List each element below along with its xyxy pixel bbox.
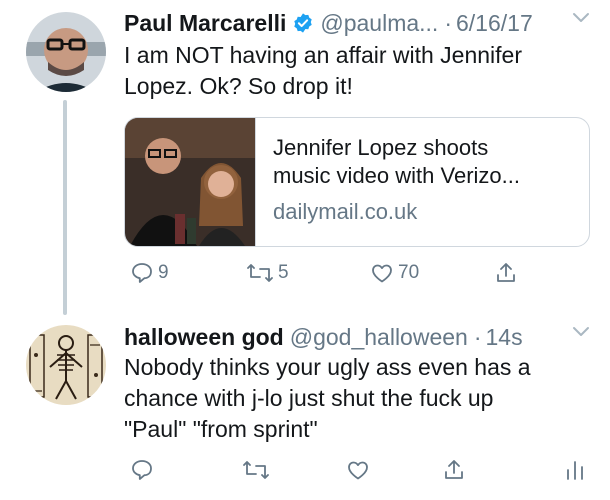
like-count: 70	[398, 262, 420, 283]
like-button[interactable]	[346, 455, 370, 485]
tweet-header: halloween god @god_halloween · 14s	[124, 322, 592, 352]
tweet[interactable]: halloween god @god_halloween · 14s Nobod…	[0, 315, 610, 500]
tweet-text-line: "Paul" "from sprint"	[124, 416, 318, 442]
retweet-button[interactable]	[242, 455, 270, 485]
retweet-count: 5	[278, 262, 289, 283]
retweet-icon	[242, 458, 270, 482]
timestamp[interactable]: 14s	[486, 324, 523, 351]
like-icon	[346, 458, 370, 482]
reply-button[interactable]: 9	[130, 258, 169, 288]
tweet-text-line: Nobody thinks your ugly ass even has a	[124, 354, 531, 380]
display-name[interactable]: Paul Marcarelli	[124, 10, 286, 37]
link-card-domain: dailymail.co.uk	[273, 199, 418, 224]
retweet-button[interactable]: 5	[246, 258, 289, 288]
link-card-body: Jennifer Lopez shoots music video with V…	[273, 134, 577, 226]
reply-icon	[130, 261, 154, 285]
tweet-text: Nobody thinks your ugly ass even has a c…	[124, 352, 590, 445]
display-name[interactable]: halloween god	[124, 324, 284, 351]
tweet-text-line: chance with j-lo just shut the fuck up	[124, 385, 494, 411]
reply-icon	[130, 458, 154, 482]
reply-button[interactable]	[130, 455, 154, 485]
link-card-title: Jennifer Lopez shoots	[273, 135, 489, 160]
tweet-actions	[124, 455, 590, 485]
retweet-icon	[246, 261, 274, 285]
link-card[interactable]: Jennifer Lopez shoots music video with V…	[124, 117, 590, 247]
tweet-header: Paul Marcarelli @paulma... · 6/16/17	[124, 8, 592, 38]
tweet-text-line: Lopez. Ok? So drop it!	[124, 73, 353, 99]
tweet-text: I am NOT having an affair with Jennifer …	[124, 40, 590, 102]
avatar[interactable]	[26, 12, 106, 92]
handle[interactable]: @paulma...	[320, 10, 438, 37]
link-card-title: music video with Verizo...	[273, 163, 520, 188]
separator: ·	[473, 323, 482, 350]
share-button[interactable]	[442, 455, 466, 485]
share-button[interactable]	[494, 258, 518, 288]
tweet[interactable]: Paul Marcarelli @paulma... · 6/16/17 I a…	[0, 0, 610, 315]
verified-badge-icon	[292, 12, 314, 34]
link-card-thumbnail	[125, 118, 255, 246]
thread-line	[63, 100, 67, 315]
timestamp[interactable]: 6/16/17	[456, 10, 533, 37]
analytics-button[interactable]	[564, 455, 586, 485]
analytics-icon	[564, 458, 586, 482]
like-icon	[370, 261, 394, 285]
chevron-down-icon[interactable]	[572, 326, 590, 338]
tweet-actions: 9 5 70	[124, 258, 590, 288]
like-button[interactable]: 70	[370, 258, 419, 288]
share-icon	[442, 458, 466, 482]
tweet-text-line: I am NOT having an affair with Jennifer	[124, 42, 523, 68]
share-icon	[494, 261, 518, 285]
reply-count: 9	[158, 262, 169, 283]
chevron-down-icon[interactable]	[572, 12, 590, 24]
handle[interactable]: @god_halloween	[290, 324, 468, 351]
separator: ·	[444, 9, 452, 36]
avatar[interactable]	[26, 325, 106, 405]
card-divider	[255, 118, 256, 246]
